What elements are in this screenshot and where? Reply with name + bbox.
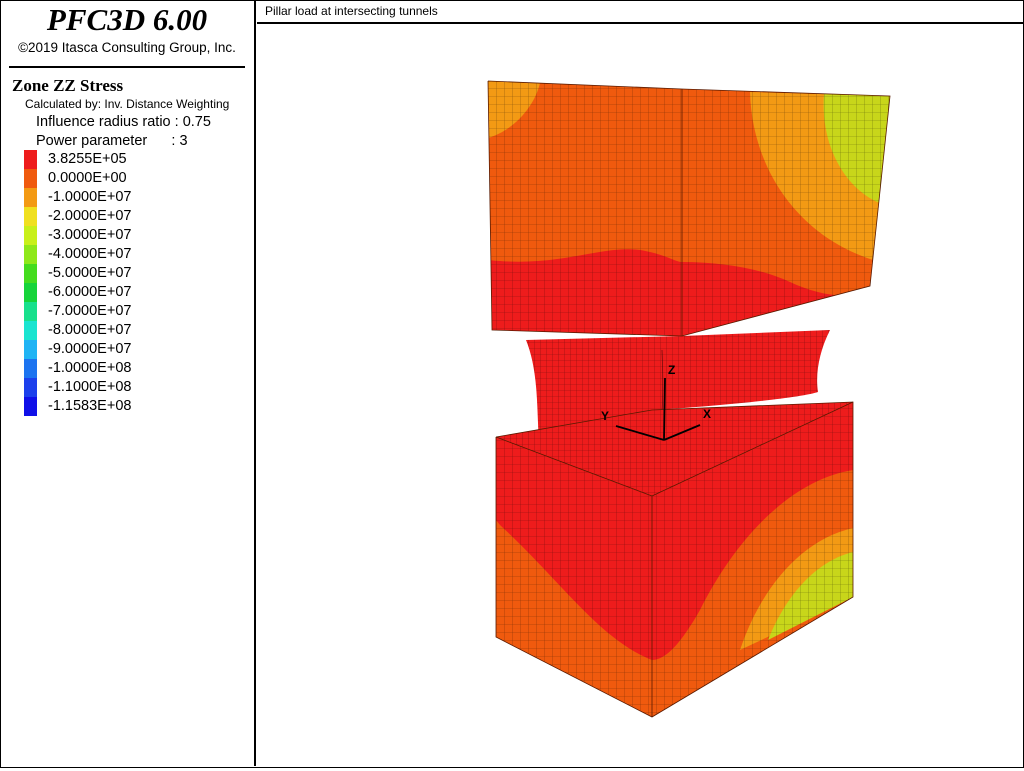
legend-item: -9.0000E+07 [24,340,224,359]
upper-block-right-face [682,89,890,336]
legend-value-label: -2.0000E+07 [48,208,132,224]
legend-value-label: -4.0000E+07 [48,246,132,262]
z-axis-label: Z [668,363,675,377]
view-title: Pillar load at intersecting tunnels [265,4,438,18]
legend-value-label: -9.0000E+07 [48,341,132,357]
influence-radius: Influence radius ratio : 0.75 [36,114,211,130]
legend-value-label: -3.0000E+07 [48,227,132,243]
legend-value-label: -1.1583E+08 [48,398,132,414]
legend-color-swatch [24,397,37,416]
legend-item: -1.0000E+07 [24,188,224,207]
legend-value-label: -1.0000E+08 [48,360,132,376]
legend-item: -1.1583E+08 [24,397,224,416]
product-title: PFC3D 6.00 [46,2,208,37]
legend-item: -1.1000E+08 [24,378,224,397]
x-axis-label: X [703,407,711,421]
legend-color-swatch [24,226,37,245]
legend-value-label: 0.0000E+00 [48,170,127,186]
y-axis-label: Y [601,409,609,423]
legend-item: -4.0000E+07 [24,245,224,264]
z-axis [663,377,666,441]
legend-color-swatch [24,359,37,378]
legend-item: -7.0000E+07 [24,302,224,321]
legend-value-label: -1.0000E+07 [48,189,132,205]
legend-item: 3.8255E+05 [24,150,224,169]
legend-item: -2.0000E+07 [24,207,224,226]
legend-color-swatch [24,188,37,207]
model-viewport[interactable]: Z X Y [257,24,1022,766]
copyright-text: ©2019 Itasca Consulting Group, Inc. [18,40,236,55]
legend-value-label: -6.0000E+07 [48,284,132,300]
legend-value-label: -5.0000E+07 [48,265,132,281]
view-header: Pillar load at intersecting tunnels [257,0,1023,24]
legend-item: -3.0000E+07 [24,226,224,245]
legend-color-swatch [24,150,37,169]
legend-title: Zone ZZ Stress [12,76,124,95]
legend-color-swatch [24,245,37,264]
legend-color-swatch [24,283,37,302]
legend-panel: PFC3D 6.00 ©2019 Itasca Consulting Group… [0,0,256,766]
model-render[interactable]: Z X Y [257,24,1022,766]
legend-color-swatch [24,169,37,188]
legend-item: 0.0000E+00 [24,169,224,188]
legend-color-swatch [24,378,37,397]
legend-item: -5.0000E+07 [24,264,224,283]
legend-value-label: -8.0000E+07 [48,322,132,338]
divider [9,66,245,68]
power-parameter: Power parameter : 3 [36,133,188,149]
legend-value-label: 3.8255E+05 [48,151,127,167]
legend-color-swatch [24,340,37,359]
upper-block-left-face [488,81,682,336]
legend-color-swatch [24,321,37,340]
legend-color-swatch [24,302,37,321]
legend-color-swatch [24,264,37,283]
legend-item: -8.0000E+07 [24,321,224,340]
legend-item: -1.0000E+08 [24,359,224,378]
legend-value-label: -1.1000E+08 [48,379,132,395]
legend-value-label: -7.0000E+07 [48,303,132,319]
legend-item: -6.0000E+07 [24,283,224,302]
legend-color-swatch [24,207,37,226]
calculation-method: Calculated by: Inv. Distance Weighting [25,97,230,111]
